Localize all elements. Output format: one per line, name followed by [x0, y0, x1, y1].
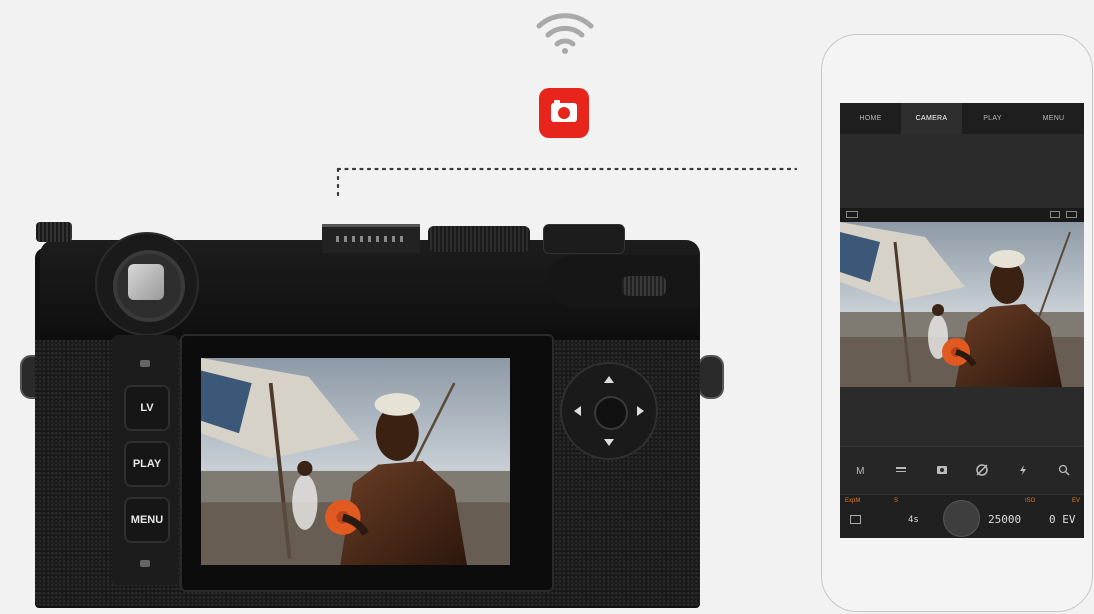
shutter-label: S	[894, 498, 899, 504]
shutter-value[interactable]: 4s	[908, 515, 919, 525]
exposure-bar: ExpM S 4s ISO 25000 EV 0 EV	[840, 494, 1084, 538]
phone-screen: HOME CAMERA PLAY MENU M ExpM S 4s ISO 25…	[840, 103, 1084, 538]
arrow-up-icon[interactable]	[604, 376, 614, 383]
strap-lug-right	[698, 355, 724, 399]
sd-card-icon	[1050, 211, 1060, 218]
rewind-knob	[36, 222, 72, 242]
arrow-down-icon[interactable]	[604, 439, 614, 446]
mode-bar: M	[840, 446, 1084, 495]
shutter-release-dial	[543, 224, 625, 254]
camera-illustration: LV PLAY MENU	[0, 0, 820, 614]
iso-label: ISO	[1025, 498, 1036, 504]
shutter-speed-dial	[428, 226, 530, 252]
iso-value[interactable]: 25000	[988, 513, 1021, 526]
lv-button[interactable]: LV	[124, 385, 170, 431]
dpad-center-button[interactable]	[594, 396, 628, 430]
tab-menu[interactable]: MENU	[1023, 103, 1084, 134]
menu-button[interactable]: MENU	[124, 497, 170, 543]
indicator-led	[140, 360, 150, 367]
exp-mode-label: ExpM	[845, 498, 861, 504]
focus-icon[interactable]	[970, 463, 994, 480]
viewfinder-glass	[128, 264, 164, 300]
four-way-dpad[interactable]	[560, 362, 658, 460]
format-icon	[1066, 211, 1077, 218]
flash-off-icon[interactable]	[1011, 464, 1035, 479]
liveview-status-strip	[840, 208, 1084, 222]
play-button[interactable]: PLAY	[124, 441, 170, 487]
hot-shoe-pins	[336, 236, 406, 242]
tab-camera[interactable]: CAMERA	[901, 103, 962, 134]
shutter-button[interactable]	[943, 500, 980, 537]
ev-label: EV	[1072, 498, 1081, 504]
thumb-wheel	[622, 276, 666, 296]
exposure-mode-m[interactable]: M	[848, 466, 872, 477]
battery-icon	[846, 211, 858, 218]
bottom-indicator	[140, 560, 150, 567]
exposure-mode-icon[interactable]	[850, 515, 861, 524]
camera-lcd-photo	[201, 358, 510, 565]
zoom-icon[interactable]	[1052, 464, 1076, 479]
tab-home[interactable]: HOME	[840, 103, 901, 134]
ev-value[interactable]: 0 EV	[1049, 513, 1076, 526]
tab-play[interactable]: PLAY	[962, 103, 1023, 134]
liveview-photo	[840, 222, 1084, 387]
arrow-right-icon[interactable]	[637, 406, 644, 416]
white-balance-icon[interactable]	[889, 465, 913, 478]
app-tab-bar: HOME CAMERA PLAY MENU	[840, 103, 1084, 134]
metering-icon[interactable]	[930, 465, 954, 478]
camera-button-column: LV PLAY MENU	[112, 335, 178, 585]
arrow-left-icon[interactable]	[574, 406, 581, 416]
